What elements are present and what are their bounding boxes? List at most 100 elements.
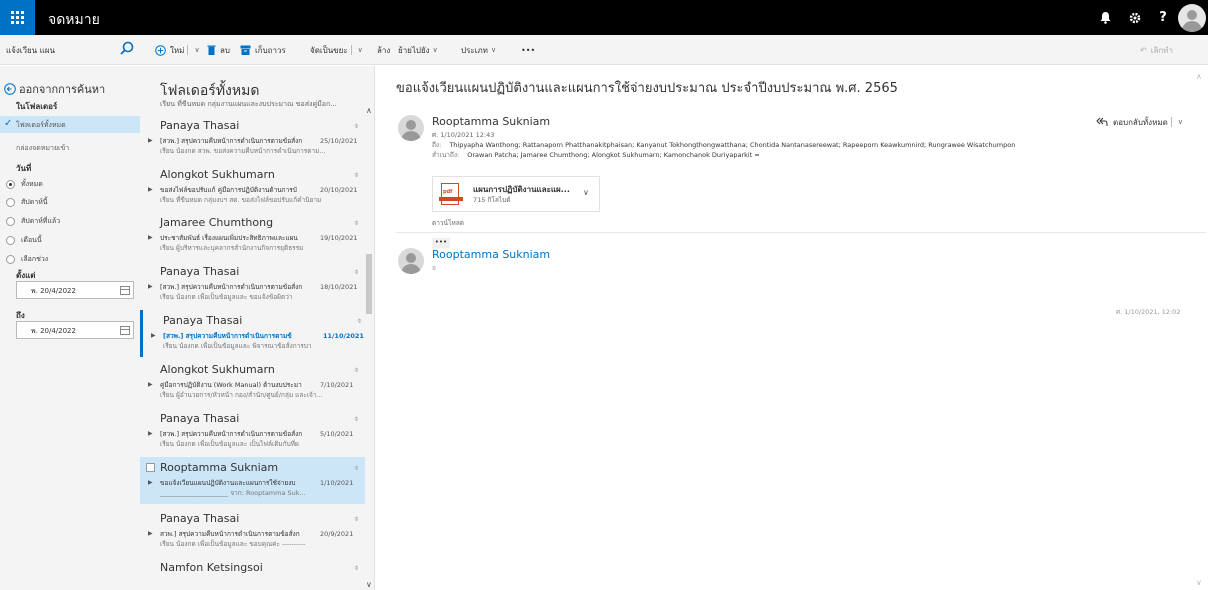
bell-icon: [1100, 11, 1110, 24]
expand-arrow-icon[interactable]: ▶: [148, 479, 153, 486]
junk-button[interactable]: จัดเป็นขยะ ∨: [310, 35, 363, 65]
search-icon[interactable]: [118, 40, 136, 58]
list-scrollbar-thumb[interactable]: [366, 254, 372, 314]
expand-arrow-icon[interactable]: ▶: [148, 234, 153, 241]
trash-icon: [207, 45, 216, 55]
expand-arrow-icon[interactable]: ▶: [148, 381, 153, 388]
settings-button[interactable]: [1120, 0, 1150, 35]
chevron-down-icon[interactable]: ∨: [358, 46, 363, 54]
email-subject: ขอแจ้งเวียนแผนปฏิบัติงานและแผนการใช้จ่าย…: [396, 81, 898, 96]
expand-arrow-icon[interactable]: ▶: [151, 332, 156, 339]
back-arrow-icon: [4, 83, 16, 95]
expand-arrow-icon[interactable]: ▶: [148, 430, 153, 437]
message-item[interactable]: Panaya Thasai ⌽ ▶ สวพ.] สรุปความคืบหน้าก…: [140, 508, 365, 555]
message-item-selected[interactable]: Rooptamma Sukniam ⌽ ▶ ขอแจ้งเวียนแผนปฏิบ…: [140, 457, 365, 504]
scroll-down-arrow[interactable]: ∨: [1196, 578, 1202, 587]
download-link[interactable]: ดาวน์โหลด: [432, 218, 464, 228]
message-item[interactable]: Jamaree Chumthong ⌽ ▶ ประชาสัมพันธ์ เรื่…: [140, 212, 365, 259]
reply-all-icon: [1096, 117, 1108, 126]
message-item[interactable]: Namfon Ketsingsoi ⌽: [140, 557, 365, 590]
date-filter-heading: วันที่: [16, 164, 32, 173]
scroll-down-arrow[interactable]: ∨: [366, 580, 372, 589]
divider: [396, 232, 1206, 233]
attachment-icon: ⌽: [354, 563, 359, 572]
show-more-button[interactable]: •••: [432, 238, 450, 248]
sender-avatar: [398, 115, 424, 141]
message-item[interactable]: Alongkot Sukhumarn ⌽ ▶ คู่มือการปฏิบัติง…: [140, 359, 365, 406]
attachment-icon: ⌽: [354, 514, 359, 523]
attachment-card[interactable]: pdf แผนการปฏิบัติงานและแผ... 715 กิโลไบต…: [432, 176, 600, 212]
folder-inbox[interactable]: กล่องจดหมายเข้า: [16, 143, 69, 154]
exit-search-button[interactable]: ออกจากการค้นหา: [4, 80, 105, 98]
date-radio-all[interactable]: ทั้งหมด: [6, 177, 43, 191]
left-nav: ออกจากการค้นหา ในโฟลเดอร์ ✓ โฟลเดอร์ทั้ง…: [0, 66, 140, 590]
waffle-icon: [11, 11, 24, 24]
reply-all-button[interactable]: ตอบกลับทั้งหมด ∨: [1096, 114, 1183, 130]
message-item[interactable]: Panaya Thasai ⌽ ▶ [สวพ.] สรุปความคืบหน้า…: [140, 408, 365, 455]
second-message-date: ศ. 1/10/2021, 12:02: [1116, 308, 1181, 316]
attachment-icon: ⌽: [354, 121, 359, 130]
expand-arrow-icon[interactable]: ▶: [148, 186, 153, 193]
message-item[interactable]: Panaya Thasai ⌽ ▶ [สวพ.] สรุปความคืบหน้า…: [140, 115, 365, 162]
select-checkbox[interactable]: [146, 463, 155, 472]
calendar-icon[interactable]: [120, 286, 130, 295]
scroll-up-arrow[interactable]: ∧: [366, 106, 372, 115]
search-query[interactable]: แจ้งเวียน แผน: [6, 44, 55, 57]
second-message-preview: ฮ: [432, 264, 436, 272]
expand-arrow-icon[interactable]: ▶: [148, 283, 153, 290]
from-date-field[interactable]: พ. 20/4/2022: [16, 281, 134, 299]
folder-all-folders[interactable]: ✓ โฟลเดอร์ทั้งหมด: [0, 116, 140, 133]
notifications-button[interactable]: [1090, 0, 1120, 35]
list-subtitle: เรียน ที่ขีนหมด กลุ่มงานแผนและงบประมาณ ข…: [160, 100, 337, 108]
attachment-icon: ⌽: [354, 414, 359, 423]
chevron-down-icon[interactable]: ∨: [194, 46, 199, 54]
new-button[interactable]: ใหม่ ∨: [155, 35, 200, 65]
app-launcher-button[interactable]: [0, 0, 35, 35]
pdf-file-icon: pdf: [439, 183, 463, 205]
sender-name[interactable]: Rooptamma Sukniam: [432, 115, 550, 128]
radio-icon: [6, 197, 15, 207]
archive-button[interactable]: เก็บถาวร: [240, 35, 286, 65]
reading-pane: ขอแจ้งเวียนแผนปฏิบัติงานและแผนการใช้จ่าย…: [376, 66, 1208, 590]
archive-icon: [240, 45, 251, 55]
attachment-icon: ⌽: [354, 170, 359, 179]
help-button[interactable]: ?: [1148, 0, 1178, 35]
undo-button[interactable]: ↶ เลิกทำ: [1140, 35, 1173, 65]
sweep-button[interactable]: ล้าง: [377, 35, 390, 65]
chevron-down-icon[interactable]: ∨: [583, 188, 589, 197]
radio-selected-icon: [6, 179, 15, 189]
delete-button[interactable]: ลบ: [207, 35, 230, 65]
plus-circle-icon: [155, 44, 166, 56]
search-box[interactable]: แจ้งเวียน แผน: [0, 35, 140, 65]
attachment-size: 715 กิโลไบต์: [473, 196, 511, 204]
checkmark-icon: ✓: [4, 118, 13, 129]
message-item[interactable]: Alongkot Sukhumarn ⌽ ▶ ขอส่งไฟล์ขอปรับแก…: [140, 164, 365, 211]
recipients-cc: สำเนาถึง: Orawan Patcha; Jamaree Chumthon…: [432, 151, 760, 159]
category-button[interactable]: ประเภท ∨: [461, 35, 496, 65]
attachment-icon: ⌽: [354, 463, 359, 472]
message-item[interactable]: Panaya Thasai ⌽ ▶ [สวพ.] สรุปความคืบหน้า…: [140, 261, 365, 308]
calendar-icon[interactable]: [120, 326, 130, 335]
date-radio-last-week[interactable]: สัปดาห์ที่แล้ว: [6, 214, 60, 228]
expand-arrow-icon[interactable]: ▶: [148, 530, 153, 537]
expand-arrow-icon[interactable]: ▶: [148, 137, 153, 144]
message-item-unread[interactable]: Panaya Thasai ⌽ ▶ [สวพ.] สรุปความคืบหน้า…: [140, 310, 365, 357]
to-date-field[interactable]: พ. 20/4/2022: [16, 321, 134, 339]
more-actions-button[interactable]: •••: [521, 35, 535, 65]
move-to-button[interactable]: ย้ายไปยัง ∨: [398, 35, 438, 65]
chevron-down-icon[interactable]: ∨: [1178, 118, 1183, 126]
sender-avatar: [398, 248, 424, 274]
gear-icon: [1129, 12, 1141, 23]
second-message-sender[interactable]: Rooptamma Sukniam: [432, 248, 550, 261]
date-radio-this-week[interactable]: สัปดาห์นี้: [6, 195, 48, 209]
date-radio-this-month[interactable]: เดือนนี้: [6, 233, 42, 247]
user-avatar[interactable]: [1178, 4, 1206, 32]
attachment-icon: ⌽: [354, 218, 359, 227]
scroll-up-arrow[interactable]: ∧: [1196, 72, 1202, 81]
top-bar: จดหมาย ?: [0, 0, 1208, 35]
radio-icon: [6, 254, 15, 264]
date-radio-range[interactable]: เลือกช่วง: [6, 252, 48, 266]
attachment-icon: ⌽: [354, 267, 359, 276]
chevron-down-icon: ∨: [432, 46, 438, 54]
exit-search-label: ออกจากการค้นหา: [19, 83, 106, 96]
